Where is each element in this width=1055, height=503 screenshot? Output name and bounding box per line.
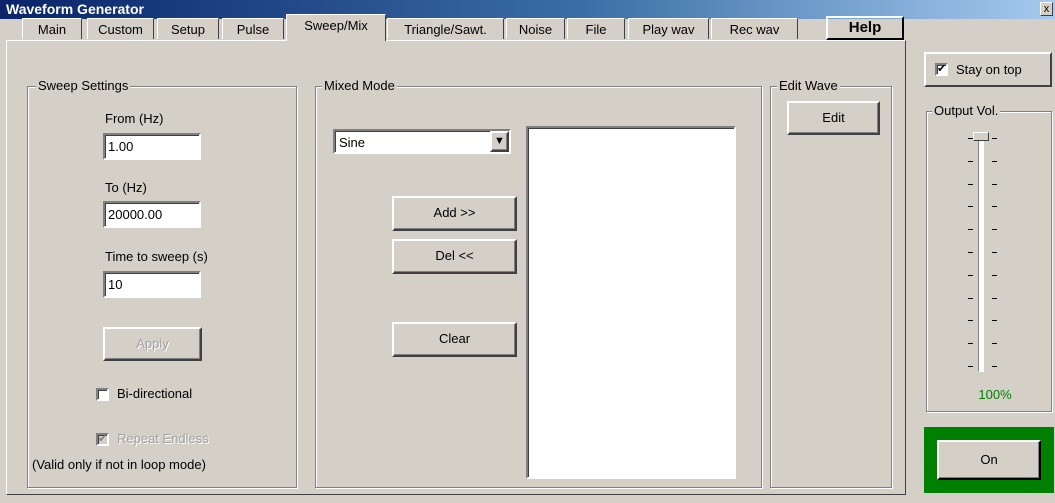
- volume-tick: [992, 274, 997, 276]
- volume-tick: [968, 183, 973, 185]
- time-to-sweep-input[interactable]: 10: [103, 271, 201, 298]
- clear-button[interactable]: Clear: [392, 322, 517, 357]
- time-to-sweep-label: Time to sweep (s): [105, 249, 208, 264]
- volume-tick: [992, 229, 997, 231]
- volume-tick: [992, 297, 997, 299]
- sweep-settings-legend: Sweep Settings: [36, 78, 131, 93]
- del-button[interactable]: Del <<: [392, 239, 517, 274]
- tab-main[interactable]: Main: [22, 18, 82, 39]
- volume-tick: [992, 206, 997, 208]
- stay-on-top-checkbox[interactable]: ✔: [935, 63, 948, 76]
- tab-triangle-sawtooth[interactable]: Triangle/Sawt.: [387, 18, 504, 39]
- from-hz-input[interactable]: 1.00: [103, 133, 201, 160]
- output-volume-legend: Output Vol.: [932, 103, 1001, 118]
- volume-tick: [992, 320, 997, 322]
- volume-tick: [968, 252, 973, 253]
- wave-type-select[interactable]: Sine: [333, 129, 511, 154]
- volume-tick: [968, 274, 973, 276]
- edit-wave-group: [770, 86, 892, 488]
- bidirectional-checkbox[interactable]: [96, 388, 109, 401]
- volume-tick: [968, 343, 973, 345]
- volume-tick: [968, 366, 973, 367]
- volume-slider-thumb[interactable]: [973, 132, 989, 141]
- tab-custom[interactable]: Custom: [87, 18, 154, 39]
- apply-button[interactable]: Apply: [103, 327, 202, 361]
- volume-tick: [992, 138, 997, 139]
- volume-tick: [968, 229, 973, 231]
- volume-tick: [992, 343, 997, 345]
- stay-on-top-label: Stay on top: [956, 62, 1022, 77]
- close-button[interactable]: x: [1040, 2, 1053, 16]
- repeat-endless-label: Repeat Endless: [117, 431, 209, 446]
- mixed-waves-list[interactable]: [526, 126, 736, 479]
- wave-type-value: Sine: [339, 135, 366, 150]
- window-title: Waveform Generator: [6, 1, 144, 17]
- tab-sweep-mix[interactable]: Sweep/Mix: [286, 14, 386, 41]
- from-label: From (Hz): [105, 111, 164, 126]
- tab-noise[interactable]: Noise: [506, 18, 565, 39]
- tab-pulse[interactable]: Pulse: [222, 18, 284, 39]
- edit-button[interactable]: Edit: [787, 101, 880, 135]
- tab-rec-wav[interactable]: Rec wav: [711, 18, 798, 39]
- repeat-endless-checkbox[interactable]: ✔: [96, 433, 109, 446]
- volume-tick: [968, 320, 973, 322]
- volume-slider-track[interactable]: [978, 132, 984, 372]
- volume-tick: [992, 366, 997, 367]
- on-button[interactable]: On: [937, 440, 1041, 480]
- to-hz-input[interactable]: 20000.00: [103, 201, 201, 228]
- mixed-mode-legend: Mixed Mode: [322, 78, 397, 93]
- output-volume-group: [926, 111, 1052, 412]
- volume-tick: [968, 297, 973, 299]
- volume-tick: [992, 183, 997, 185]
- volume-percent: 100%: [978, 387, 1012, 402]
- to-label: To (Hz): [105, 180, 147, 195]
- tab-play-wav[interactable]: Play wav: [628, 18, 709, 39]
- volume-tick: [968, 206, 973, 208]
- volume-tick: [992, 252, 997, 253]
- tab-file[interactable]: File: [567, 18, 625, 39]
- chevron-down-icon[interactable]: ▼: [490, 131, 509, 152]
- loop-mode-note: (Valid only if not in loop mode): [32, 457, 206, 472]
- add-button[interactable]: Add >>: [392, 196, 517, 231]
- volume-tick: [992, 160, 997, 162]
- volume-tick: [968, 160, 973, 162]
- help-button[interactable]: Help: [826, 16, 904, 40]
- tab-setup[interactable]: Setup: [157, 18, 219, 39]
- edit-wave-legend: Edit Wave: [777, 78, 840, 93]
- bidirectional-label: Bi-directional: [117, 386, 193, 401]
